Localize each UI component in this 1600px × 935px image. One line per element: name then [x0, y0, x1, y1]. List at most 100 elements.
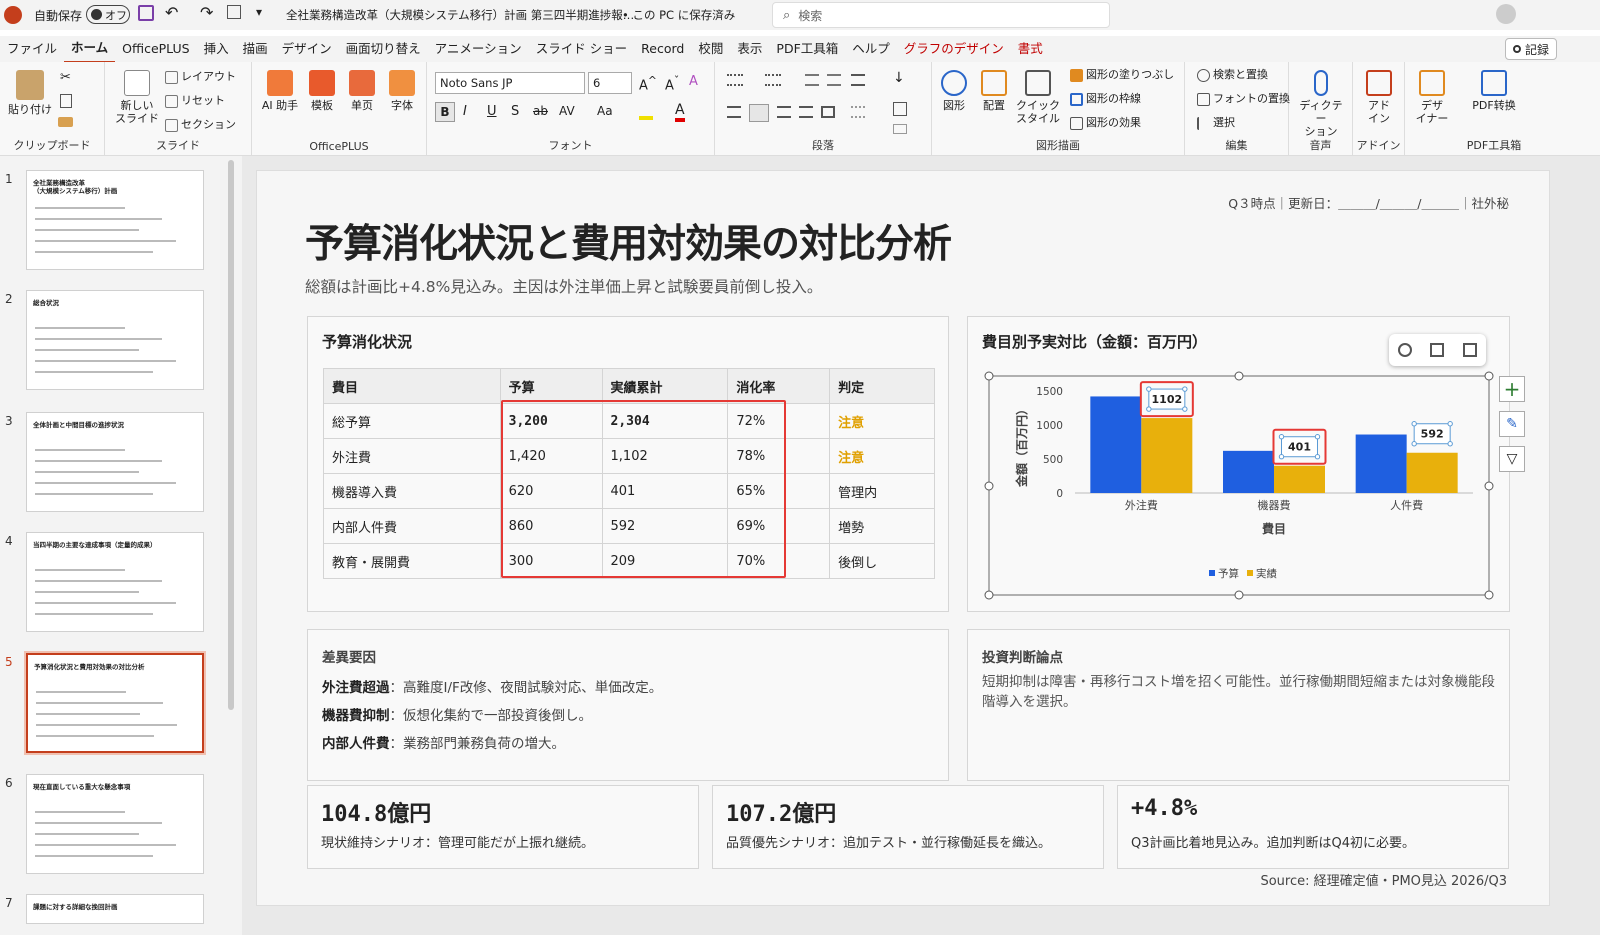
- search-box[interactable]: ⌕ 検索: [772, 2, 1110, 28]
- data-label-handle[interactable]: [1182, 386, 1188, 392]
- strike-button[interactable]: ab: [533, 104, 548, 118]
- table-cell[interactable]: 増勢: [829, 508, 935, 544]
- budget-card[interactable]: 予算消化状況 費目 予算 実績累計 消化率 判定 総予算 3,200 2,304 72% 注意外…: [307, 316, 949, 612]
- align-text-icon[interactable]: [893, 102, 907, 116]
- tab-0[interactable]: ファイル: [0, 36, 64, 62]
- designer-button[interactable]: デザ イナー: [1411, 70, 1453, 125]
- bullets-icon[interactable]: [727, 74, 743, 86]
- reset-button[interactable]: リセット: [165, 94, 225, 108]
- chart-filter-icon[interactable]: ▽: [1499, 446, 1525, 472]
- font-color-icon[interactable]: A: [675, 102, 685, 122]
- tab-7[interactable]: アニメーション: [428, 36, 529, 62]
- select-button[interactable]: 選択: [1197, 116, 1235, 130]
- clear-format-icon[interactable]: A: [689, 74, 698, 89]
- investment-card[interactable]: 投資判断論点 短期抑制は障害・再移行コスト増を招く可能性。並行稼働期間短縮または…: [967, 629, 1510, 781]
- single-page-button[interactable]: 单页: [344, 70, 380, 112]
- source-note[interactable]: Source: 経理確定値・PMO見込 2026/Q3: [1260, 870, 1507, 889]
- grow-font-icon[interactable]: A^: [639, 74, 657, 93]
- data-label-handle[interactable]: [1278, 454, 1285, 460]
- table-cell[interactable]: 機器導入費: [323, 473, 501, 509]
- section-button[interactable]: セクション: [165, 118, 236, 132]
- table-cell[interactable]: 注意: [829, 403, 935, 439]
- data-label-handle[interactable]: [1411, 441, 1417, 447]
- chart-switch-icon[interactable]: [1430, 343, 1445, 357]
- autosave-toggle[interactable]: オフ: [86, 5, 130, 24]
- arrange-button[interactable]: 配置: [976, 70, 1012, 112]
- data-label-handle[interactable]: [1411, 421, 1417, 427]
- line-spacing-icon[interactable]: [851, 74, 865, 86]
- tab-9[interactable]: Record: [634, 36, 691, 62]
- shadow-button[interactable]: S: [511, 104, 519, 119]
- cut-icon[interactable]: ✂: [60, 70, 71, 85]
- slide-thumbnail[interactable]: 当四半期の主要な達成事項（定量的成果）: [26, 532, 204, 632]
- quick-style-button[interactable]: クイック スタイル: [1016, 70, 1060, 125]
- presentation-icon[interactable]: [227, 5, 241, 19]
- redo-icon[interactable]: ↷: [200, 3, 213, 22]
- chart-styles-brush-icon[interactable]: ✎: [1499, 411, 1525, 437]
- smartart-icon[interactable]: [893, 124, 907, 134]
- tab-14[interactable]: グラフのデザイン: [897, 36, 1011, 62]
- font-size-select[interactable]: 6: [588, 72, 632, 94]
- resize-handle[interactable]: [984, 371, 994, 381]
- slide-subtitle[interactable]: 総額は計画比+4.8%見込み。主因は外注単価上昇と試験要員前倒し投入。: [305, 275, 822, 297]
- dictate-button[interactable]: ディクテー ション: [1295, 70, 1347, 138]
- slide-meta[interactable]: Q３時点｜更新日：＿＿＿/＿＿＿/＿＿＿｜社外秘: [1228, 193, 1509, 212]
- new-slide-button[interactable]: 新しい スライド: [113, 70, 161, 125]
- pdf-convert-button[interactable]: PDF转换: [1463, 70, 1525, 112]
- tab-10[interactable]: 校閲: [691, 36, 730, 62]
- shapes-button[interactable]: 図形: [938, 70, 970, 112]
- qat-customize-icon[interactable]: ▾: [256, 5, 262, 19]
- kpi-card[interactable]: 104.8億円 現状維持シナリオ：管理可能だが上振れ継続。: [307, 785, 699, 869]
- decrease-indent-icon[interactable]: [805, 74, 819, 86]
- data-label-handle[interactable]: [1314, 434, 1321, 440]
- slide-thumbnail[interactable]: 現在直面している重大な懸念事項: [26, 774, 204, 874]
- save-status[interactable]: • この PC に保存済み: [622, 7, 735, 23]
- tab-8[interactable]: スライド ショー: [529, 36, 634, 62]
- paste-button[interactable]: 貼り付け: [8, 70, 52, 116]
- tab-1[interactable]: ホーム: [64, 35, 116, 63]
- table-cell[interactable]: 注意: [829, 438, 935, 474]
- slide-title[interactable]: 予算消化状況と費用対効果の対比分析: [305, 213, 952, 269]
- align-center-icon[interactable]: [749, 104, 769, 122]
- save-icon[interactable]: [138, 5, 154, 21]
- font-style-button[interactable]: 字体: [384, 70, 420, 112]
- thumbnail-scrollbar[interactable]: [228, 160, 234, 710]
- resize-handle[interactable]: [984, 481, 994, 491]
- table-cell[interactable]: 総予算: [323, 403, 501, 439]
- data-label-handle[interactable]: [1278, 434, 1285, 440]
- template-button[interactable]: 模板: [304, 70, 340, 112]
- tab-12[interactable]: PDF工具箱: [769, 36, 845, 62]
- shape-fill-button[interactable]: 図形の塗りつぶし: [1070, 68, 1174, 82]
- copy-icon[interactable]: [60, 94, 72, 108]
- kpi-card[interactable]: 107.2億円 品質優先シナリオ：追加テスト・並行稼働延長を織込。: [712, 785, 1104, 869]
- tab-13[interactable]: ヘルプ: [845, 36, 897, 62]
- align-left-icon[interactable]: [727, 106, 741, 118]
- tab-6[interactable]: 画面切り替え: [339, 36, 428, 62]
- table-cell[interactable]: 後倒し: [829, 543, 935, 579]
- variance-card[interactable]: 差異要因 外注費超過：高難度I/F改修、夜間試験対応、単価改定。 機器費抑制：仮想…: [307, 629, 949, 781]
- table-cell[interactable]: 管理内: [829, 473, 935, 509]
- distribute-icon[interactable]: [821, 106, 835, 118]
- columns-icon[interactable]: [851, 106, 865, 118]
- resize-handle[interactable]: [1484, 590, 1494, 600]
- table-cell[interactable]: 外注費: [323, 438, 501, 474]
- text-direction-icon[interactable]: ↓: [893, 70, 905, 86]
- addin-button[interactable]: アド イン: [1359, 70, 1399, 125]
- resize-handle[interactable]: [984, 590, 994, 600]
- slide-thumbnail[interactable]: 全体計画と中間目標の進捗状況: [26, 412, 204, 512]
- replace-font-button[interactable]: フォントの置換: [1197, 92, 1290, 106]
- font-name-select[interactable]: Noto Sans JP: [435, 72, 585, 94]
- tab-2[interactable]: OfficePLUS: [115, 36, 196, 62]
- highlight-icon[interactable]: [639, 106, 653, 120]
- tab-11[interactable]: 表示: [730, 36, 769, 62]
- char-spacing-button[interactable]: AV: [559, 104, 575, 118]
- data-label-handle[interactable]: [1447, 441, 1453, 447]
- slide-thumbnail[interactable]: 全社業務構造改革 （大規模システム移行）計画: [26, 170, 204, 270]
- slide-thumbnail[interactable]: 総合状況: [26, 290, 204, 390]
- resize-handle[interactable]: [1484, 481, 1494, 491]
- shape-effect-button[interactable]: 図形の効果: [1070, 116, 1141, 130]
- tab-3[interactable]: 挿入: [197, 36, 236, 62]
- shrink-font-icon[interactable]: Aˇ: [665, 74, 679, 93]
- change-case-button[interactable]: Aa: [597, 104, 613, 118]
- align-right-icon[interactable]: [777, 106, 791, 118]
